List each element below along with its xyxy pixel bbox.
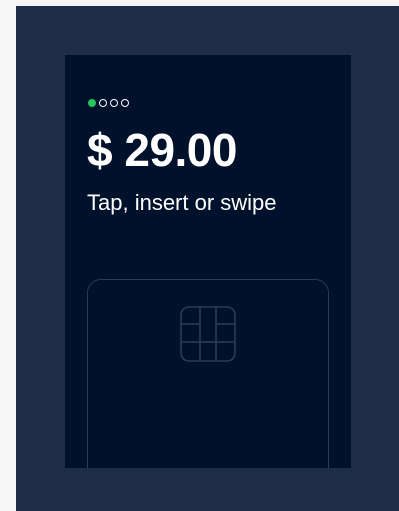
terminal-frame: $ 29.00 Tap, insert or swipe (16, 6, 399, 511)
payment-instruction: Tap, insert or swipe (87, 190, 277, 215)
emv-chip-icon (180, 306, 236, 362)
card-outline (87, 279, 329, 468)
step-dot (121, 99, 129, 107)
step-dot-active (88, 99, 96, 107)
step-indicator (88, 99, 129, 107)
payment-amount: $ 29.00 (87, 124, 237, 176)
step-dot (110, 99, 118, 107)
payment-screen: $ 29.00 Tap, insert or swipe (65, 55, 351, 468)
step-dot (99, 99, 107, 107)
